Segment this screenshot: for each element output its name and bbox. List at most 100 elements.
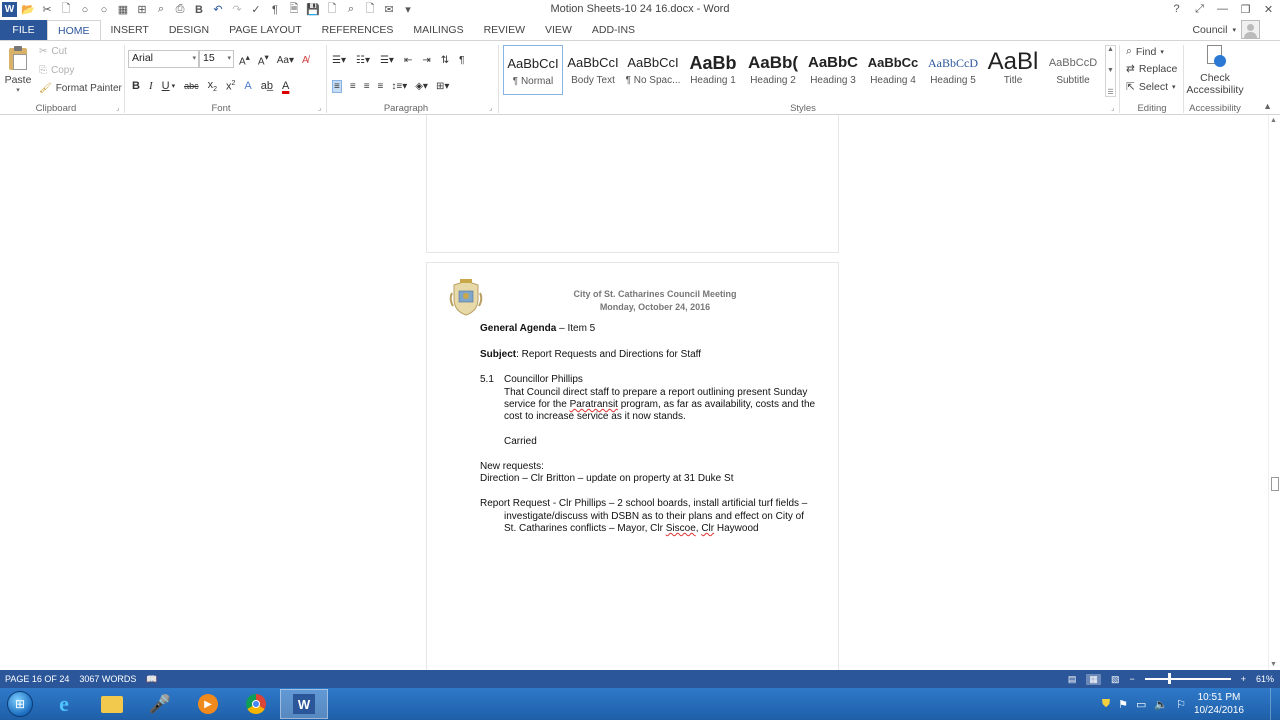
undo-icon[interactable]: ↶ xyxy=(210,2,226,17)
style-heading-1[interactable]: AaBb Heading 1 xyxy=(683,45,743,95)
dialog-launcher-icon[interactable]: ⌟ xyxy=(116,104,119,112)
redo-icon[interactable]: ↷ xyxy=(229,2,245,17)
tab-file[interactable]: FILE xyxy=(0,20,47,40)
find-document-icon[interactable]: ⌕ xyxy=(343,2,359,17)
change-case-icon[interactable]: Aa▾ xyxy=(277,55,294,66)
highlight-icon[interactable]: ab̲ xyxy=(261,80,273,92)
binoculars-icon[interactable]: ⌕ xyxy=(153,2,169,17)
action-center-flag-icon[interactable]: ⚑ xyxy=(1118,698,1128,711)
zoom-level[interactable]: 61% xyxy=(1256,674,1274,684)
account-menu[interactable]: Council ▾ xyxy=(1192,20,1260,39)
format-painter-button[interactable]: 🖌 Format Painter xyxy=(39,83,122,94)
align-right-icon[interactable]: ≡ xyxy=(364,81,370,92)
tab-page-layout[interactable]: PAGE LAYOUT xyxy=(219,20,312,40)
new-document-icon[interactable]: 🗋 xyxy=(58,2,74,17)
print-preview-icon[interactable]: ⎙ xyxy=(172,2,188,17)
tab-references[interactable]: REFERENCES xyxy=(312,20,404,40)
grow-font-icon[interactable]: A▴ xyxy=(239,52,250,67)
bullets-icon[interactable]: ☰▾ xyxy=(332,55,346,66)
taskbar-word[interactable]: W xyxy=(280,689,328,719)
circle-icon[interactable]: ○ xyxy=(77,2,93,17)
zoom-slider[interactable] xyxy=(1144,673,1231,684)
read-mode-icon[interactable]: ▤ xyxy=(1068,674,1077,685)
zoom-in-icon[interactable]: + xyxy=(1241,674,1246,684)
web-layout-icon[interactable]: ▧ xyxy=(1111,674,1120,685)
tab-home[interactable]: HOME xyxy=(47,19,101,41)
clear-formatting-icon[interactable]: A̸ xyxy=(302,55,309,66)
help-icon[interactable]: ? xyxy=(1165,0,1188,18)
taskbar-file-explorer[interactable] xyxy=(88,689,136,719)
misspelled-word[interactable]: Siscoe xyxy=(666,523,696,534)
tab-mailings[interactable]: MAILINGS xyxy=(403,20,473,40)
tab-view[interactable]: VIEW xyxy=(535,20,582,40)
system-clock[interactable]: 10:51 PM 10/24/2016 xyxy=(1194,691,1244,717)
print-layout-icon[interactable]: ▦ xyxy=(1086,673,1101,685)
customize-qat-icon[interactable]: ▾ xyxy=(400,2,416,17)
font-name-dropdown[interactable]: Arial ▾ xyxy=(128,50,199,68)
chevron-down-icon[interactable]: ▾ xyxy=(172,82,176,90)
show-hide-marks-icon[interactable]: ¶ xyxy=(459,55,464,66)
style-heading-4[interactable]: AaBbCc Heading 4 xyxy=(863,45,923,95)
security-shield-icon[interactable]: ⛊ xyxy=(1102,698,1110,711)
style-title[interactable]: AaBl Title xyxy=(983,45,1043,95)
minimize-button[interactable]: — xyxy=(1211,0,1234,18)
align-left-icon[interactable]: ≡ xyxy=(332,79,342,93)
save-as-icon[interactable]: 🗎 xyxy=(286,2,302,17)
tab-design[interactable]: DESIGN xyxy=(159,20,219,40)
volume-icon[interactable]: 🔈 xyxy=(1154,698,1168,711)
cut-button[interactable]: ✂ Cut xyxy=(39,46,67,57)
bold-icon[interactable]: B xyxy=(132,80,140,92)
circle-icon[interactable]: ○ xyxy=(96,2,112,17)
styles-gallery-scroll[interactable]: ▲ ▼ ☰ xyxy=(1105,45,1116,97)
style-subtitle[interactable]: AaBbCcD Subtitle xyxy=(1043,45,1103,95)
misspelled-word[interactable]: Paratransit xyxy=(570,399,618,410)
previous-page[interactable] xyxy=(426,115,839,253)
line-spacing-icon[interactable]: ↕≡▾ xyxy=(391,81,407,92)
chevron-up-icon[interactable]: ▲ xyxy=(1107,46,1114,53)
italic-icon[interactable]: I xyxy=(149,80,153,92)
copy-button[interactable]: ⎘ Copy xyxy=(39,65,74,76)
document-area[interactable]: City of St. Catharines Council Meeting M… xyxy=(0,115,1268,670)
table-icon[interactable]: ▦ xyxy=(115,2,131,17)
borders-icon[interactable]: ⊞▾ xyxy=(436,81,449,92)
show-desktop-button[interactable] xyxy=(1270,688,1280,720)
document-page[interactable]: City of St. Catharines Council Meeting M… xyxy=(426,262,839,670)
start-button[interactable]: ⊞ xyxy=(0,688,40,720)
zoom-out-icon[interactable]: − xyxy=(1129,674,1134,684)
superscript-icon[interactable]: x2 xyxy=(226,80,235,93)
check-accessibility-button[interactable]: Check Accessibility xyxy=(1186,45,1244,96)
page-count[interactable]: PAGE 16 OF 24 xyxy=(5,674,69,684)
align-center-icon[interactable]: ≡ xyxy=(350,81,356,92)
dialog-launcher-icon[interactable]: ⌟ xyxy=(1111,104,1114,112)
word-app-icon[interactable]: W xyxy=(2,2,17,17)
format-painter-icon[interactable]: ✂ xyxy=(39,2,55,17)
style-heading-5[interactable]: AaBbCcD Heading 5 xyxy=(923,45,983,95)
multilevel-list-icon[interactable]: ☰▾ xyxy=(380,55,394,66)
style-heading-3[interactable]: AaBbC Heading 3 xyxy=(803,45,863,95)
tab-review[interactable]: REVIEW xyxy=(474,20,535,40)
font-size-dropdown[interactable]: 15 ▾ xyxy=(199,50,234,68)
misspelled-word[interactable]: Clr xyxy=(701,523,714,534)
collapse-ribbon-icon[interactable]: ▲ xyxy=(1263,101,1272,111)
ribbon-display-options-icon[interactable]: ⤢ xyxy=(1188,0,1211,18)
justify-icon[interactable]: ≡ xyxy=(378,81,384,92)
more-styles-icon[interactable]: ☰ xyxy=(1107,88,1113,96)
shading-icon[interactable]: ◈▾ xyxy=(415,81,428,92)
decrease-indent-icon[interactable]: ⇤ xyxy=(404,55,412,66)
dialog-launcher-icon[interactable]: ⌟ xyxy=(318,104,321,112)
select-button[interactable]: ⇱ Select ▾ xyxy=(1126,81,1176,93)
style-normal[interactable]: AaBbCcI ¶ Normal xyxy=(503,45,563,95)
show-marks-icon[interactable]: ¶ xyxy=(267,2,283,17)
network-icon[interactable]: ▭ xyxy=(1136,698,1146,711)
text-effects-icon[interactable]: A xyxy=(244,80,251,92)
replace-button[interactable]: ⇄ Replace xyxy=(1126,63,1177,75)
style-no-spacing[interactable]: AaBbCcI ¶ No Spac... xyxy=(623,45,683,95)
scroll-down-icon[interactable]: ▼ xyxy=(1270,661,1277,668)
sort-icon[interactable]: ⇅ xyxy=(441,55,449,66)
avatar[interactable] xyxy=(1241,20,1260,39)
style-heading-2[interactable]: AaBb( Heading 2 xyxy=(743,45,803,95)
taskbar-chrome[interactable] xyxy=(232,689,280,719)
find-button[interactable]: ⌕ Find ▾ xyxy=(1126,45,1164,58)
tab-add-ins[interactable]: ADD-INS xyxy=(582,20,645,40)
bold-icon[interactable]: B xyxy=(191,2,207,17)
